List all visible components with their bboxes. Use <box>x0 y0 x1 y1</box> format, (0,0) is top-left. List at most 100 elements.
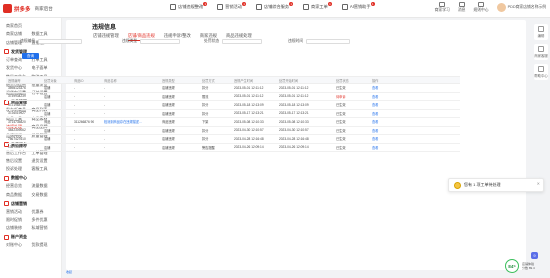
view-link[interactable]: 查看 <box>372 119 408 124</box>
table-cell: 限流 <box>202 94 209 99</box>
table-cell: 店铺违规 <box>162 86 175 91</box>
table-cell: 商品违规 <box>162 120 175 125</box>
sidebar-item[interactable]: 电子面单 <box>32 65 58 71</box>
sidebar-group-title[interactable]: 店铺营销 <box>4 201 57 207</box>
table-cell: 2023-04-28 12:16:48 <box>279 136 309 141</box>
sidebar-item[interactable]: 经营总览 <box>6 183 32 189</box>
table-cell: 7567427610 <box>8 136 26 141</box>
sidebar-group: 账户资金对账中心 货款提现 <box>4 234 57 248</box>
top-navigation-bar: 拼多多 商家后台 店铺违规整改 1 营销活动 1 店铺综合服务 1 商家工单 1 AI营… <box>0 0 550 18</box>
rules-button[interactable]: 规则中心 <box>473 2 489 13</box>
nav-item-service[interactable]: 店铺综合服务 1 <box>255 2 294 10</box>
sidebar-item[interactable]: 发货中心 <box>6 65 32 71</box>
sidebar-item[interactable]: 售后设置 <box>6 158 32 164</box>
headset-icon <box>538 46 544 52</box>
table-row: 1367304974 店铺 - - 店铺违规 警告提醒 2023-04-26 12:09:1… <box>6 144 460 152</box>
ticket-tip-popup[interactable]: 您有 1 项工单待处理 ✕ <box>448 178 544 192</box>
table-cell: 店铺违规 <box>162 111 175 116</box>
group-icon <box>4 49 9 55</box>
filter-status: 处罚状态 <box>204 39 263 44</box>
logo-subtitle: 商家后台 <box>34 5 53 11</box>
query-button[interactable]: 查询 <box>22 53 39 59</box>
sidebar-item[interactable]: 商家店铺 <box>6 31 32 37</box>
user-menu[interactable]: PDD商家店铺名称示例 <box>496 3 546 12</box>
label: 编辑 <box>537 34 545 38</box>
sidebar-group-title[interactable]: 账户资金 <box>4 234 57 240</box>
view-link[interactable]: 查看 <box>372 102 408 107</box>
table-cell: 3598123376 <box>8 85 26 90</box>
sidebar-item[interactable]: 商家首页 <box>6 23 32 29</box>
view-link[interactable]: 查看 <box>372 111 408 116</box>
sidebar-item[interactable]: 多件优惠 <box>32 217 58 223</box>
ticket-icon <box>303 4 310 10</box>
document-icon <box>478 2 484 7</box>
label: 商家客服 <box>534 54 548 58</box>
sidebar-item[interactable]: 货款提现 <box>32 242 58 248</box>
sidebar-group-title[interactable]: 数据中心 <box>4 175 57 181</box>
edit-button[interactable]: 编辑 <box>534 24 548 40</box>
table-cell: - <box>104 111 106 116</box>
table-cell: 已生效 <box>336 145 346 150</box>
learning-button[interactable]: 商家学习 <box>435 2 450 13</box>
column-header: 处罚状态 <box>336 78 349 83</box>
sidebar-item[interactable]: 营销活动 <box>6 209 32 215</box>
edit-icon <box>538 26 544 32</box>
view-link[interactable]: 查看 <box>372 94 408 99</box>
order-no-input[interactable] <box>38 39 83 44</box>
group-title-text: 店铺营销 <box>11 200 27 206</box>
table-cell: 2023-05-01 12:11:12 <box>234 85 264 90</box>
nav-item-ai[interactable]: AI营销助手 1 <box>341 2 375 10</box>
sidebar-item[interactable]: 客服工具 <box>32 166 58 172</box>
store-score-ring[interactable]: 84% <box>505 259 519 273</box>
score-detail: 分数 89.4 <box>522 266 535 270</box>
status-select[interactable] <box>222 39 263 44</box>
logo-text: 拼多多 <box>14 6 31 13</box>
column-header: 违规产生时间 <box>234 78 254 83</box>
type-select[interactable] <box>140 39 181 44</box>
sidebar-item[interactable]: 退货设置 <box>32 158 58 164</box>
table-cell: 2023-05-08 12:10:33 <box>234 119 264 124</box>
shield-icon <box>170 4 176 10</box>
sidebar-item[interactable]: 数据工具 <box>32 31 58 37</box>
table-cell: 店铺 <box>44 103 51 108</box>
time-range-input[interactable] <box>306 39 351 44</box>
column-header: 处罚对象 <box>44 78 57 83</box>
sidebar-item[interactable] <box>32 23 58 29</box>
view-link[interactable]: 查看 <box>372 136 408 141</box>
view-link[interactable]: 查看 <box>372 128 408 133</box>
violation-table: 违规编号 处罚对象 商品ID 商品名称 违规类型 处罚方式 违规产生时间 处罚开始时间 处罚状态… <box>6 76 460 152</box>
nav-label: 营销活动 <box>225 4 242 9</box>
close-icon[interactable]: ✕ <box>537 181 540 186</box>
nav-item-tickets[interactable]: 商家工单 1 <box>303 2 332 10</box>
table-cell: 店铺 <box>44 137 51 142</box>
sidebar-item[interactable]: 私域营销 <box>32 225 58 231</box>
sidebar-item[interactable]: 交易数据 <box>32 192 58 198</box>
sidebar-item[interactable]: 对账中心 <box>6 242 32 248</box>
filter-label: 违规时间 <box>288 39 304 43</box>
group-icon <box>4 175 9 181</box>
collapse-sidebar-link[interactable]: 收起 <box>66 270 72 274</box>
logo[interactable]: 拼多多 商家后台 <box>3 4 53 13</box>
table-cell: 2023-04-26 12:09:14 <box>234 145 264 150</box>
chat-badge[interactable]: 9 <box>531 252 538 259</box>
message-button[interactable]: 消息 <box>457 2 466 13</box>
tab-store-violation[interactable]: 店铺违规管理 <box>93 33 119 41</box>
help-button[interactable]: 帮助中心 <box>534 64 548 80</box>
sidebar-item[interactable]: 商品数据 <box>6 192 32 198</box>
store-icon <box>255 4 262 10</box>
label: 消息 <box>457 8 466 12</box>
table-cell: 2023-05-17 12:13:21 <box>279 111 309 116</box>
service-button[interactable]: 商家客服 <box>534 44 548 60</box>
sidebar-item[interactable]: 店铺装修 <box>6 225 32 231</box>
nav-item-violation[interactable]: 店铺违规整改 1 <box>170 2 208 10</box>
table-cell: - <box>74 145 76 150</box>
view-link[interactable]: 查看 <box>372 85 408 90</box>
sidebar-item[interactable]: 投诉处理 <box>6 166 32 172</box>
table-cell: 已生效 <box>336 120 346 125</box>
table-cell: 已生效 <box>336 128 346 133</box>
sidebar-item[interactable]: 限时促销 <box>6 217 32 223</box>
sidebar-item[interactable]: 优惠券 <box>32 209 58 215</box>
sidebar-item[interactable]: 流量数据 <box>32 183 58 189</box>
view-link[interactable]: 查看 <box>372 145 408 150</box>
nav-item-marketing[interactable]: 营销活动 1 <box>217 2 246 10</box>
